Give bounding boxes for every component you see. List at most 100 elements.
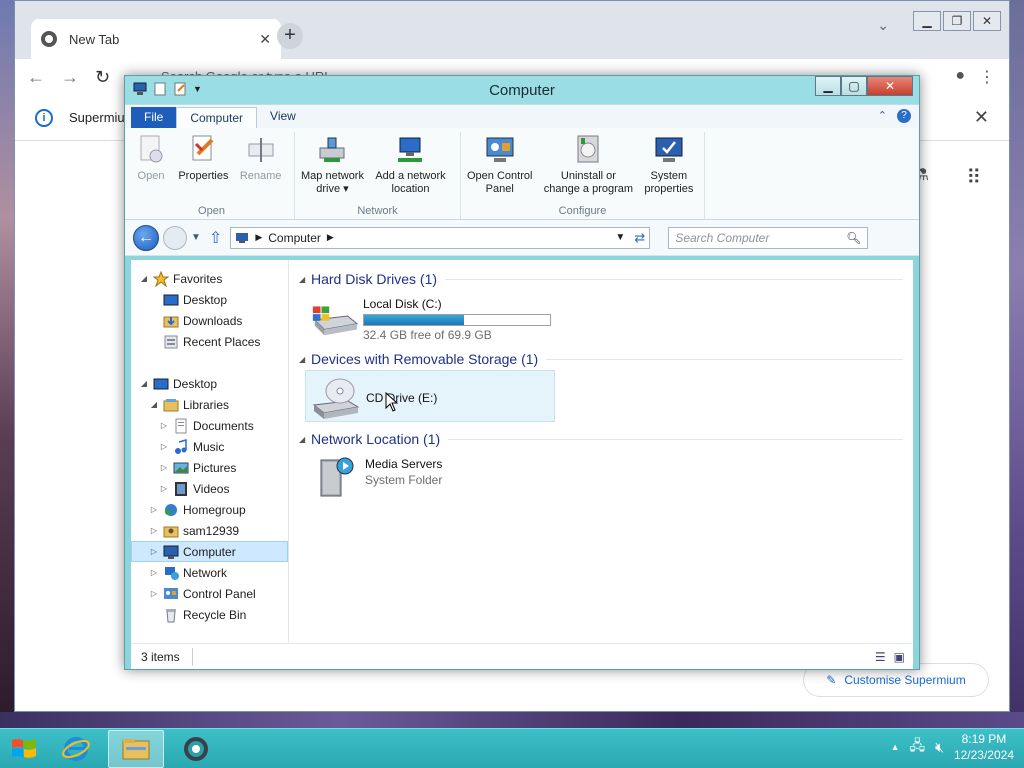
browser-tab[interactable]: New Tab ✕ [31, 19, 281, 59]
address-toolbar: ← ▼ ⇧ ▶ Computer ▶ ▼ ⇄ Search Computer 🔍… [125, 220, 919, 256]
network-tray-icon[interactable]: 🖧︎ [909, 735, 925, 759]
tab-view[interactable]: View [257, 105, 309, 128]
collapse-icon[interactable]: ◢ [139, 379, 149, 388]
help-icon[interactable]: ? [897, 109, 911, 123]
address-dropdown-icon[interactable]: ▼ [615, 232, 625, 243]
nav-recycle-bin[interactable]: Recycle Bin [131, 604, 288, 625]
tab-close-icon[interactable]: ✕ [259, 31, 271, 48]
reload-icon[interactable]: ↻ [95, 67, 110, 88]
expand-icon[interactable]: ▷ [159, 484, 169, 493]
network-media-servers[interactable]: Media Servers System Folder [305, 450, 555, 502]
add-network-location-button[interactable]: Add a network location [371, 132, 449, 198]
maximize-button[interactable]: ▢ [841, 76, 867, 96]
expand-icon[interactable]: ▷ [149, 589, 159, 598]
rename-icon [245, 134, 277, 166]
tab-computer[interactable]: Computer [176, 107, 258, 128]
expand-icon[interactable]: ▷ [159, 463, 169, 472]
taskbar-file-explorer[interactable] [108, 729, 164, 768]
open-button[interactable]: Open [131, 132, 171, 185]
new-tab-button[interactable]: + [277, 23, 303, 49]
nav-videos[interactable]: ▷ Videos [131, 478, 288, 499]
nav-desktop[interactable]: ◢ Desktop [131, 373, 288, 394]
nav-desktop-favorite[interactable]: Desktop [131, 289, 288, 310]
forward-button[interactable] [163, 225, 187, 250]
nav-recent-places[interactable]: Recent Places [131, 331, 288, 352]
uninstall-program-label-1: Uninstall or [560, 170, 616, 182]
properties-button[interactable]: Properties [174, 132, 232, 185]
nav-favorites[interactable]: ◢ Favorites [131, 268, 288, 289]
details-view-icon[interactable]: ☰ [875, 650, 886, 664]
group-header-removable-storage[interactable]: ◢ Devices with Removable Storage (1) [299, 348, 903, 370]
system-properties-label-2: properties [644, 183, 694, 195]
refresh-icon[interactable]: ⇄ [634, 230, 645, 246]
system-properties-button[interactable]: System properties [640, 132, 697, 198]
breadcrumb-chevron-icon[interactable]: ▶ [327, 232, 334, 243]
expand-icon[interactable]: ▷ [149, 547, 159, 556]
nav-control-panel[interactable]: ▷ Control Panel [131, 583, 288, 604]
browser-minimize-button[interactable]: ▁ [913, 11, 941, 31]
search-input[interactable]: Search Computer 🔍︎ [668, 226, 869, 249]
map-network-drive-button[interactable]: Map network drive ▾ [297, 132, 368, 198]
close-button[interactable]: ✕ [867, 76, 913, 96]
back-button[interactable]: ← [133, 224, 159, 251]
collapse-icon[interactable]: ◢ [149, 400, 159, 409]
breadcrumb-computer[interactable]: Computer [268, 231, 321, 245]
forward-arrow-icon[interactable]: → [61, 67, 79, 88]
search-icon[interactable]: 🔍︎ [846, 231, 861, 245]
browser-tabbar: New Tab ✕ + ⌄ ▁ ❐ ✕ [15, 1, 1009, 59]
recent-locations-icon[interactable]: ▼ [191, 232, 201, 243]
collapse-icon[interactable]: ◢ [299, 355, 311, 364]
clock[interactable]: 8:19 PM 12/23/2024 [954, 731, 1014, 763]
profile-icon[interactable]: ● [955, 67, 965, 87]
group-header-removable-label: Devices with Removable Storage (1) [311, 351, 539, 367]
open-control-panel-button[interactable]: Open Control Panel [463, 132, 536, 198]
uninstall-program-button[interactable]: Uninstall or change a program [540, 132, 637, 198]
properties-icon [187, 134, 219, 166]
nav-user-folder[interactable]: ▷ sam12939 [131, 520, 288, 541]
nav-homegroup[interactable]: ▷ Homegroup [131, 499, 288, 520]
nav-libraries[interactable]: ◢ Libraries [131, 394, 288, 415]
collapse-icon[interactable]: ◢ [299, 275, 311, 284]
drive-local-disk[interactable]: Local Disk (C:) 32.4 GB free of 69.9 GB [305, 290, 555, 342]
drive-cd[interactable]: CD Drive (E:) [305, 370, 555, 422]
collapse-icon[interactable]: ◢ [139, 274, 149, 283]
back-arrow-icon[interactable]: ← [27, 67, 45, 88]
breadcrumb-separator-icon[interactable]: ▶ [255, 232, 262, 243]
tab-search-icon[interactable]: ⌄ [877, 17, 889, 34]
group-header-hard-disk-drives[interactable]: ◢ Hard Disk Drives (1) [299, 268, 903, 290]
menu-icon[interactable]: ⋮ [979, 67, 995, 87]
tab-file[interactable]: File [131, 107, 177, 128]
nav-pictures[interactable]: ▷ Pictures [131, 457, 288, 478]
nav-downloads[interactable]: Downloads [131, 310, 288, 331]
volume-muted-icon[interactable]: 🔇︎ [935, 739, 944, 756]
start-button[interactable] [0, 729, 48, 768]
minimize-button[interactable]: ▁ [815, 76, 841, 96]
expand-icon[interactable]: ▷ [149, 526, 159, 535]
show-hidden-icons[interactable]: ▲ [891, 742, 900, 752]
large-icons-view-icon[interactable]: ▣ [894, 650, 905, 664]
libraries-icon [163, 398, 179, 411]
explorer-titlebar[interactable]: ▼ Computer ▁ ▢ ✕ [125, 76, 919, 104]
expand-icon[interactable]: ▷ [149, 568, 159, 577]
infobar-close-icon[interactable]: ✕ [974, 107, 989, 128]
nav-libraries-label: Libraries [183, 397, 230, 412]
minimize-ribbon-icon[interactable]: ⌃ [878, 109, 887, 123]
browser-maximize-button[interactable]: ❐ [943, 11, 971, 31]
expand-icon[interactable]: ▷ [159, 421, 169, 430]
taskbar-internet-explorer[interactable] [48, 730, 104, 768]
browser-close-button[interactable]: ✕ [973, 11, 1001, 31]
expand-icon[interactable]: ▷ [149, 505, 159, 514]
content-pane: ◢ Hard Disk Drives (1) Local Disk (C:) 3… [289, 260, 913, 643]
taskbar-browser[interactable] [168, 730, 224, 768]
nav-music[interactable]: ▷ Music [131, 436, 288, 457]
nav-computer[interactable]: ▷ Computer [131, 541, 288, 562]
address-bar[interactable]: ▶ Computer ▶ ▼ ⇄ [230, 226, 651, 249]
nav-network[interactable]: ▷ Network [131, 562, 288, 583]
expand-icon[interactable]: ▷ [159, 442, 169, 451]
apps-grid-icon[interactable]: ⠿ [966, 165, 981, 190]
rename-button[interactable]: Rename [236, 132, 286, 185]
group-header-network-location[interactable]: ◢ Network Location (1) [299, 428, 903, 450]
nav-documents[interactable]: ▷ Documents [131, 415, 288, 436]
collapse-icon[interactable]: ◢ [299, 435, 311, 444]
up-arrow-icon[interactable]: ⇧ [209, 228, 222, 248]
